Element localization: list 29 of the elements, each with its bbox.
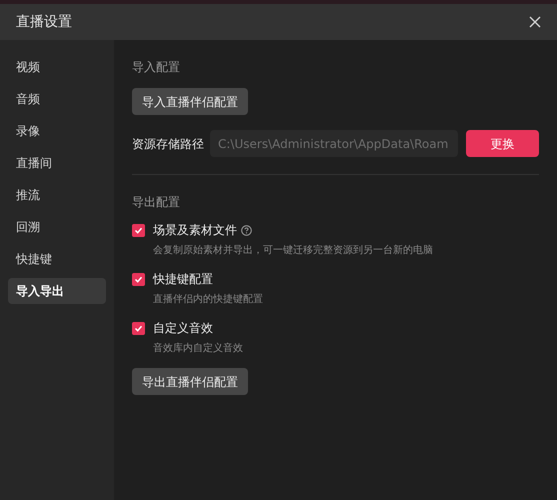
sidebar-item[interactable]: 录像 — [8, 118, 106, 144]
sidebar-item[interactable]: 直播间 — [8, 150, 106, 176]
checkbox[interactable] — [132, 272, 145, 286]
sidebar-item[interactable]: 推流 — [8, 182, 106, 208]
path-label: 资源存储路径 — [132, 136, 204, 152]
option-label: 自定义音效 — [153, 320, 213, 337]
option-description: 会复制原始素材并导出，可一键迁移完整资源到另一台新的电脑 — [153, 244, 434, 258]
close-icon[interactable] — [529, 16, 541, 28]
option-label: 场景及素材文件 — [153, 222, 237, 239]
export-button[interactable]: 导出直播伴侣配置 — [132, 368, 248, 395]
option-description: 音效库内自定义音效 — [153, 342, 244, 356]
window-title: 直播设置 — [16, 12, 72, 32]
section-heading: 导出配置 — [132, 194, 181, 211]
option-description: 直播伴侣内的快捷键配置 — [153, 292, 264, 307]
sidebar-item[interactable]: 回溯 — [8, 214, 106, 240]
sidebar-item[interactable]: 视频 — [8, 54, 106, 80]
checkbox[interactable] — [132, 224, 145, 236]
check-icon — [134, 324, 143, 332]
sidebar-item[interactable]: 快捷键 — [8, 246, 106, 272]
help-icon[interactable] — [241, 224, 252, 236]
import-button[interactable]: 导入直播伴侣配置 — [132, 88, 248, 115]
sidebar-item[interactable]: 音频 — [8, 86, 106, 112]
option-label: 快捷键配置 — [153, 271, 213, 288]
section-heading: 导入配置 — [132, 59, 181, 76]
check-icon — [134, 226, 143, 234]
change-button[interactable]: 更换 — [466, 130, 539, 157]
checkbox[interactable] — [132, 322, 145, 334]
check-icon — [134, 274, 143, 284]
sidebar-item[interactable]: 导入导出 — [8, 278, 106, 304]
